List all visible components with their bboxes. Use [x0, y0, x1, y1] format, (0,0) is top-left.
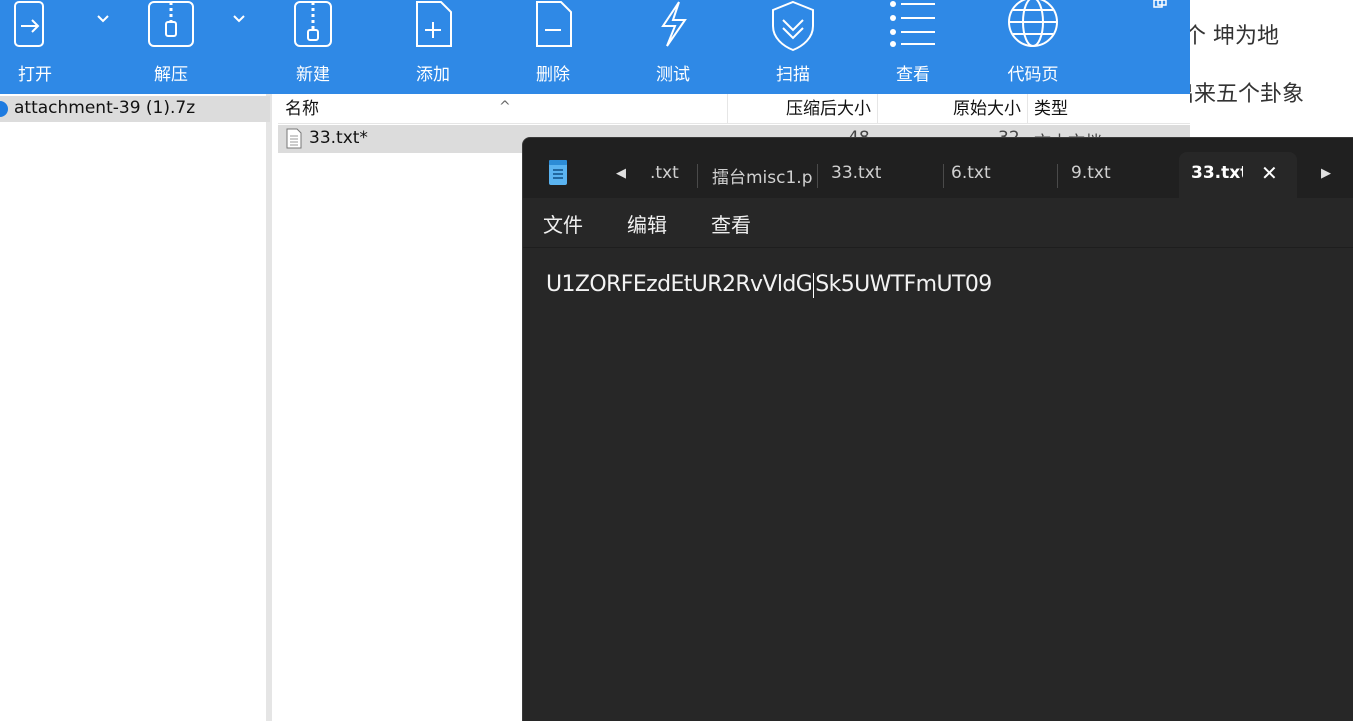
- tab-label: 9.txt: [1071, 163, 1111, 183]
- restore-window-icon[interactable]: [1152, 0, 1172, 10]
- add-icon: [416, 1, 452, 47]
- close-tab-icon[interactable]: ✕: [1261, 161, 1278, 185]
- column-header-compressed[interactable]: 压缩后大小: [728, 94, 878, 124]
- document-text: U1ZORFEzdEtUR2RvVldG Sk5UWTFmUT09: [546, 272, 992, 298]
- notepad-menu-bar: 文件 编辑 查看: [523, 198, 1353, 248]
- view-list-icon: [890, 1, 935, 47]
- folder-tree: attachment-39 (1).7z: [0, 94, 272, 721]
- file-name: 33.txt*: [309, 128, 368, 148]
- open-icon: [14, 1, 44, 47]
- toolbar-label: 打开: [18, 65, 52, 85]
- tab-label: 33.txt: [831, 163, 882, 183]
- toolbar-label: 解压: [154, 65, 188, 85]
- tab-misc1-py[interactable]: 擂台misc1.py: [712, 152, 818, 198]
- archive-bullet-icon: [0, 101, 8, 117]
- tab-divider: [943, 164, 944, 188]
- menu-view[interactable]: 查看: [711, 209, 751, 238]
- notepad-tab-bar: ◀ .txt 擂台misc1.py 33.txt 6.txt 9.txt 33.…: [523, 138, 1353, 198]
- column-header-type[interactable]: 类型: [1028, 94, 1190, 124]
- tab-divider: [697, 164, 698, 188]
- tab-6-txt[interactable]: 6.txt: [943, 152, 1059, 198]
- scan-shield-icon: [772, 0, 814, 52]
- new-archive-icon: [294, 1, 332, 47]
- column-header-name[interactable]: 名称 ^: [278, 94, 728, 124]
- test-icon: [661, 1, 687, 47]
- text-before-caret: U1ZORFEzdEtUR2RvVldG: [546, 272, 813, 297]
- tab-label: .txt: [650, 163, 679, 183]
- toolbar-view-button[interactable]: 查看: [858, 0, 968, 94]
- sort-ascending-icon: ^: [499, 99, 511, 115]
- chevron-down-icon[interactable]: [96, 12, 110, 26]
- scroll-tabs-right-icon[interactable]: ▶: [1321, 166, 1331, 181]
- tab-33-txt-active[interactable]: 33.txt ✕: [1179, 152, 1297, 198]
- tab-9-txt[interactable]: 9.txt: [1057, 152, 1179, 198]
- archive-toolbar: 打开 解压 新建 添加 删除 测试 扫描 查看 代码页: [0, 0, 1190, 94]
- tree-item-label: attachment-39 (1).7z: [14, 98, 196, 118]
- scroll-tabs-left-icon[interactable]: ◀: [616, 166, 626, 181]
- tab-label: 6.txt: [951, 163, 991, 183]
- toolbar-label: 新建: [296, 65, 330, 85]
- text-file-icon: [286, 128, 302, 149]
- column-header-label: 原始大小: [953, 99, 1021, 119]
- tab-label: 擂台misc1.py: [712, 168, 812, 188]
- background-text-line: 出来五个卦象: [1172, 82, 1305, 107]
- tab-label: 33.txt: [1191, 163, 1243, 183]
- toolbar-label: 测试: [656, 65, 690, 85]
- toolbar-extract-button[interactable]: 解压: [116, 0, 226, 94]
- toolbar-test-button[interactable]: 测试: [618, 0, 728, 94]
- toolbar-scan-button[interactable]: 扫描: [738, 0, 848, 94]
- tab-33-txt[interactable]: 33.txt: [831, 152, 939, 198]
- toolbar-label: 扫描: [776, 65, 810, 85]
- chevron-down-icon[interactable]: [232, 12, 246, 26]
- column-header-label: 名称: [285, 99, 319, 119]
- toolbar-delete-button[interactable]: 删除: [498, 0, 608, 94]
- notepad-window: ◀ .txt 擂台misc1.py 33.txt 6.txt 9.txt 33.…: [522, 137, 1353, 721]
- background-document: 一个 坤为地 出来五个卦象: [1162, 0, 1353, 140]
- toolbar-label: 代码页: [1007, 65, 1059, 85]
- codepage-globe-icon: [1008, 0, 1058, 47]
- extract-icon: [148, 1, 194, 47]
- text-after-caret: Sk5UWTFmUT09: [815, 272, 992, 297]
- toolbar-open-button[interactable]: 打开: [0, 0, 90, 94]
- toolbar-label: 查看: [896, 65, 930, 85]
- tab-divider: [1057, 164, 1058, 188]
- toolbar-label: 添加: [416, 65, 450, 85]
- delete-icon: [536, 1, 572, 47]
- text-editor-area[interactable]: U1ZORFEzdEtUR2RvVldG Sk5UWTFmUT09: [523, 248, 1353, 721]
- desktop: 一个 坤为地 出来五个卦象 打开 解压 新建 添加 删除 测试 扫描 查看 代码…: [0, 0, 1353, 721]
- tree-item-archive[interactable]: attachment-39 (1).7z: [0, 96, 270, 122]
- column-header-label: 类型: [1034, 99, 1068, 119]
- menu-edit[interactable]: 编辑: [627, 209, 667, 238]
- notepad-app-icon: [549, 160, 567, 185]
- column-header-label: 压缩后大小: [786, 99, 871, 119]
- file-list-header: 名称 ^ 压缩后大小 原始大小 类型: [278, 94, 1190, 124]
- menu-file[interactable]: 文件: [543, 209, 583, 238]
- toolbar-codepage-button[interactable]: 代码页: [978, 0, 1088, 94]
- tab-divider: [817, 164, 818, 188]
- column-header-original[interactable]: 原始大小: [878, 94, 1028, 124]
- tab-txt[interactable]: .txt: [650, 152, 698, 198]
- toolbar-add-button[interactable]: 添加: [378, 0, 488, 94]
- toolbar-new-button[interactable]: 新建: [258, 0, 368, 94]
- toolbar-label: 删除: [536, 65, 570, 85]
